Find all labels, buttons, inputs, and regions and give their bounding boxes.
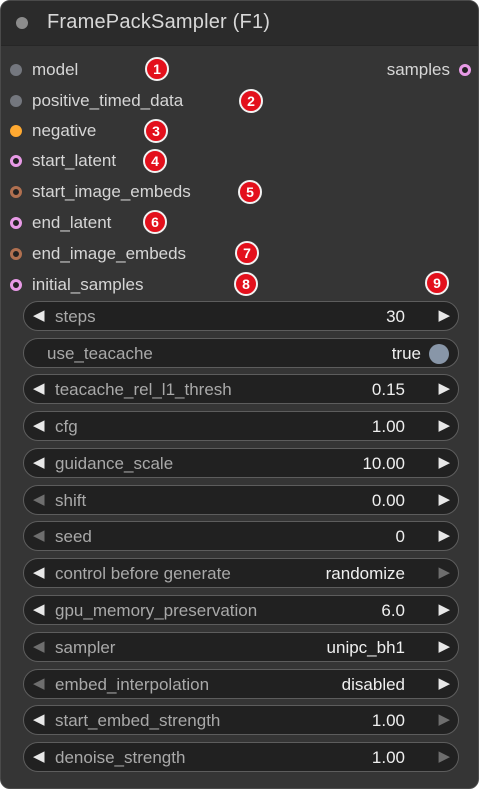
input-slot-negative[interactable]: negative [1, 116, 478, 146]
widget-value[interactable]: 10.00 [362, 454, 405, 474]
annotation-badge-7: 7 [235, 241, 259, 265]
increment-arrow-icon[interactable]: ▶ [438, 711, 450, 729]
widget-value[interactable]: 0 [396, 527, 405, 547]
slot-label: end_image_embeds [32, 244, 187, 263]
collapse-dot-icon[interactable] [16, 17, 28, 29]
decrement-arrow-icon[interactable]: ◀ [33, 527, 45, 545]
annotation-badge-5: 5 [238, 180, 262, 204]
slot-label: start_latent [32, 151, 117, 170]
widget-value[interactable]: 1.00 [372, 748, 405, 768]
widget-label: use_teacache [47, 344, 153, 363]
increment-arrow-icon[interactable]: ▶ [438, 417, 450, 435]
node-title: FramePackSampler (F1) [47, 11, 271, 33]
widget-seed[interactable]: ◀ seed 0 ▶ [23, 521, 459, 551]
widget-label: sampler [55, 638, 116, 657]
increment-arrow-icon[interactable]: ▶ [438, 380, 450, 398]
decrement-arrow-icon[interactable]: ◀ [33, 675, 45, 693]
increment-arrow-icon[interactable]: ▶ [438, 638, 450, 656]
widget-use-teacache-toggle[interactable]: use_teacache true [23, 338, 459, 368]
annotation-badge-9: 9 [425, 271, 449, 295]
input-slot-model[interactable]: model samples [1, 55, 478, 85]
widget-label: gpu_memory_preservation [55, 601, 258, 620]
increment-arrow-icon[interactable]: ▶ [438, 564, 450, 582]
increment-arrow-icon[interactable]: ▶ [438, 675, 450, 693]
widget-control-before-generate[interactable]: ◀ control before generate randomize ▶ [23, 558, 459, 588]
widget-value[interactable]: 0.15 [372, 380, 405, 400]
widget-embed-interpolation[interactable]: ◀ embed_interpolation disabled ▶ [23, 669, 459, 699]
widget-guidance-scale[interactable]: ◀ guidance_scale 10.00 ▶ [23, 448, 459, 478]
output-label-samples: samples [386, 60, 450, 79]
decrement-arrow-icon[interactable]: ◀ [33, 491, 45, 509]
annotation-badge-8: 8 [234, 272, 258, 296]
slot-label: initial_samples [32, 275, 144, 294]
widget-steps[interactable]: ◀ steps 30 ▶ [23, 301, 459, 331]
decrement-arrow-icon[interactable]: ◀ [33, 748, 45, 766]
widget-label: steps [55, 307, 96, 326]
increment-arrow-icon[interactable]: ▶ [438, 454, 450, 472]
slot-label: model [32, 60, 79, 79]
annotation-badge-6: 6 [143, 210, 167, 234]
increment-arrow-icon[interactable]: ▶ [438, 601, 450, 619]
decrement-arrow-icon[interactable]: ◀ [33, 307, 45, 325]
slot-dot-icon[interactable] [10, 125, 22, 137]
node-title-bar[interactable]: FramePackSampler (F1) [1, 1, 478, 46]
widget-sampler[interactable]: ◀ sampler unipc_bh1 ▶ [23, 632, 459, 662]
widget-value[interactable]: 6.0 [381, 601, 405, 621]
increment-arrow-icon[interactable]: ▶ [438, 307, 450, 325]
slot-dot-icon[interactable] [10, 279, 22, 291]
annotation-badge-3: 3 [144, 119, 168, 143]
annotation-badge-1: 1 [145, 57, 169, 81]
input-slot-end-latent[interactable]: end_latent [1, 208, 478, 238]
increment-arrow-icon[interactable]: ▶ [438, 748, 450, 766]
framepack-sampler-node[interactable]: FramePackSampler (F1) model samples posi… [0, 0, 479, 789]
widget-gpu-memory-preservation[interactable]: ◀ gpu_memory_preservation 6.0 ▶ [23, 595, 459, 625]
annotation-badge-2: 2 [239, 89, 263, 113]
slot-dot-icon[interactable] [10, 64, 22, 76]
slot-dot-icon[interactable] [10, 155, 22, 167]
widget-label: seed [55, 527, 92, 546]
widget-shift[interactable]: ◀ shift 0.00 ▶ [23, 485, 459, 515]
widget-value[interactable]: 30 [386, 307, 405, 327]
decrement-arrow-icon[interactable]: ◀ [33, 638, 45, 656]
widget-label: denoise_strength [55, 748, 186, 767]
slot-dot-icon[interactable] [10, 217, 22, 229]
decrement-arrow-icon[interactable]: ◀ [33, 454, 45, 472]
widget-start-embed-strength[interactable]: ◀ start_embed_strength 1.00 ▶ [23, 705, 459, 735]
widget-label: control before generate [55, 564, 231, 583]
widget-label: cfg [55, 417, 78, 436]
slot-label: start_image_embeds [32, 182, 191, 201]
widget-label: guidance_scale [55, 454, 174, 473]
increment-arrow-icon[interactable]: ▶ [438, 527, 450, 545]
decrement-arrow-icon[interactable]: ◀ [33, 601, 45, 619]
widget-value[interactable]: unipc_bh1 [327, 638, 405, 658]
decrement-arrow-icon[interactable]: ◀ [33, 380, 45, 398]
widget-label: teacache_rel_l1_thresh [55, 380, 232, 399]
slot-dot-icon[interactable] [10, 186, 22, 198]
slot-dot-icon[interactable] [10, 95, 22, 107]
widget-teacache-rel-l1-thresh[interactable]: ◀ teacache_rel_l1_thresh 0.15 ▶ [23, 374, 459, 404]
annotation-badge-4: 4 [143, 149, 167, 173]
slot-dot-icon[interactable] [10, 248, 22, 260]
output-dot-icon[interactable] [459, 64, 471, 76]
widget-denoise-strength[interactable]: ◀ denoise_strength 1.00 ▶ [23, 742, 459, 772]
slot-label: end_latent [32, 213, 112, 232]
widget-value[interactable]: 1.00 [372, 711, 405, 731]
slot-label: positive_timed_data [32, 91, 184, 110]
increment-arrow-icon[interactable]: ▶ [438, 491, 450, 509]
widget-value[interactable]: disabled [342, 675, 405, 695]
toggle-knob-icon[interactable] [429, 344, 449, 364]
decrement-arrow-icon[interactable]: ◀ [33, 417, 45, 435]
widget-value[interactable]: 1.00 [372, 417, 405, 437]
widget-value[interactable]: randomize [326, 564, 405, 584]
widget-value[interactable]: 0.00 [372, 491, 405, 511]
widget-label: shift [55, 491, 87, 510]
widget-label: embed_interpolation [55, 675, 210, 694]
widget-cfg[interactable]: ◀ cfg 1.00 ▶ [23, 411, 459, 441]
widget-label: start_embed_strength [55, 711, 221, 730]
toggle-value: true [391, 344, 421, 363]
decrement-arrow-icon[interactable]: ◀ [33, 711, 45, 729]
input-slot-start-latent[interactable]: start_latent [1, 146, 478, 176]
decrement-arrow-icon[interactable]: ◀ [33, 564, 45, 582]
slot-label: negative [32, 121, 97, 140]
